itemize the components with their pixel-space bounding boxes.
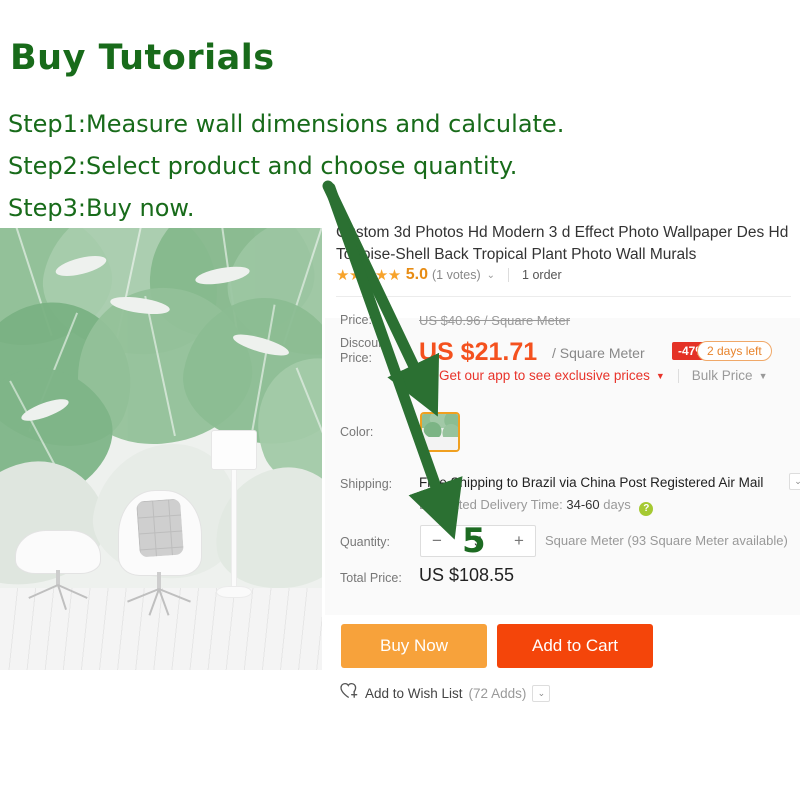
bulk-price-link[interactable]: Bulk Price [692, 368, 753, 383]
product-title: Custom 3d Photos Hd Modern 3 d Effect Ph… [336, 224, 789, 263]
discount-price: US $21.71 [419, 338, 538, 366]
price-unit: / Square Meter [552, 345, 645, 361]
add-to-cart-button[interactable]: Add to Cart [497, 624, 653, 668]
rating-votes: (1 votes) [432, 268, 481, 282]
discount-price-label: Discount Price: [340, 336, 389, 365]
chevron-down-icon[interactable]: ⌄ [789, 473, 800, 490]
app-promo-text[interactable]: Get our app to see exclusive prices [439, 368, 650, 383]
swatch-floor [422, 437, 458, 450]
total-price-label: Total Price: [340, 571, 402, 585]
heart-plus-icon [340, 682, 359, 704]
quantity-decrease-button[interactable]: − [421, 531, 453, 551]
star-rating-icon: ★★★★★ [336, 267, 401, 284]
floor [0, 588, 322, 670]
rating-value: 5.0 [405, 266, 428, 283]
tutorial-step-1: Step1:Measure wall dimensions and calcul… [8, 110, 565, 138]
buy-now-button[interactable]: Buy Now [341, 624, 487, 668]
delivery-suffix: days [603, 497, 631, 512]
chevron-down-icon[interactable]: ⌄ [532, 684, 551, 702]
rating-row: ★★★★★ 5.0 (1 votes) ⌄ 1 order [336, 266, 562, 284]
shipping-method[interactable]: Free Shipping to Brazil via China Post R… [419, 475, 763, 490]
quantity-increase-button[interactable]: + [503, 531, 535, 551]
divider [677, 368, 679, 383]
order-count[interactable]: 1 order [522, 268, 562, 282]
tutorial-step-2: Step2:Select product and choose quantity… [8, 152, 518, 180]
chevron-down-icon[interactable]: ⌄ [487, 270, 495, 281]
ottoman [15, 530, 101, 574]
divider [336, 296, 791, 297]
original-price: US $40.96 / Square Meter [419, 313, 571, 328]
floor-lamp [211, 430, 257, 470]
color-label: Color: [340, 425, 374, 439]
screenshot-root: Buy Tutorials Step1:Measure wall dimensi… [0, 0, 800, 800]
quantity-annotation: 5 [462, 521, 486, 561]
tutorial-banner: Buy Tutorials Step1:Measure wall dimensi… [0, 0, 800, 225]
time-left-badge: 2 days left [697, 341, 772, 361]
chevron-down-icon[interactable]: ▼ [759, 371, 768, 381]
estimated-delivery: Estimated Delivery Time: 34-60 days ? [419, 497, 654, 516]
app-promo-row[interactable]: Get our app to see exclusive prices ▼ Bu… [418, 367, 768, 383]
add-to-wish-list[interactable]: Add to Wish List (72 Adds) ⌄ [340, 682, 551, 704]
tutorial-step-3: Step3:Buy now. [8, 194, 195, 222]
lamp-base [216, 586, 252, 598]
shipping-label: Shipping: [340, 477, 393, 491]
wish-list-count: (72 Adds) [468, 685, 527, 701]
quantity-availability: Square Meter (93 Square Meter available) [545, 533, 788, 548]
price-label: Price: [340, 313, 372, 327]
color-swatch-option[interactable] [420, 412, 460, 452]
delivery-value: 34-60 [566, 497, 600, 512]
chevron-down-icon[interactable]: ▼ [656, 371, 665, 381]
product-image[interactable] [0, 228, 322, 670]
total-price-value: US $108.55 [419, 565, 515, 585]
wish-list-label[interactable]: Add to Wish List [365, 686, 463, 701]
divider [508, 268, 510, 282]
page-title: Buy Tutorials [10, 38, 275, 78]
quantity-label: Quantity: [340, 535, 391, 549]
armchair-cushion [136, 498, 184, 558]
help-icon[interactable]: ? [639, 502, 654, 516]
delivery-prefix: Estimated Delivery Time: [419, 497, 563, 512]
qr-code-icon [418, 367, 433, 383]
lamp-pole [231, 470, 237, 592]
